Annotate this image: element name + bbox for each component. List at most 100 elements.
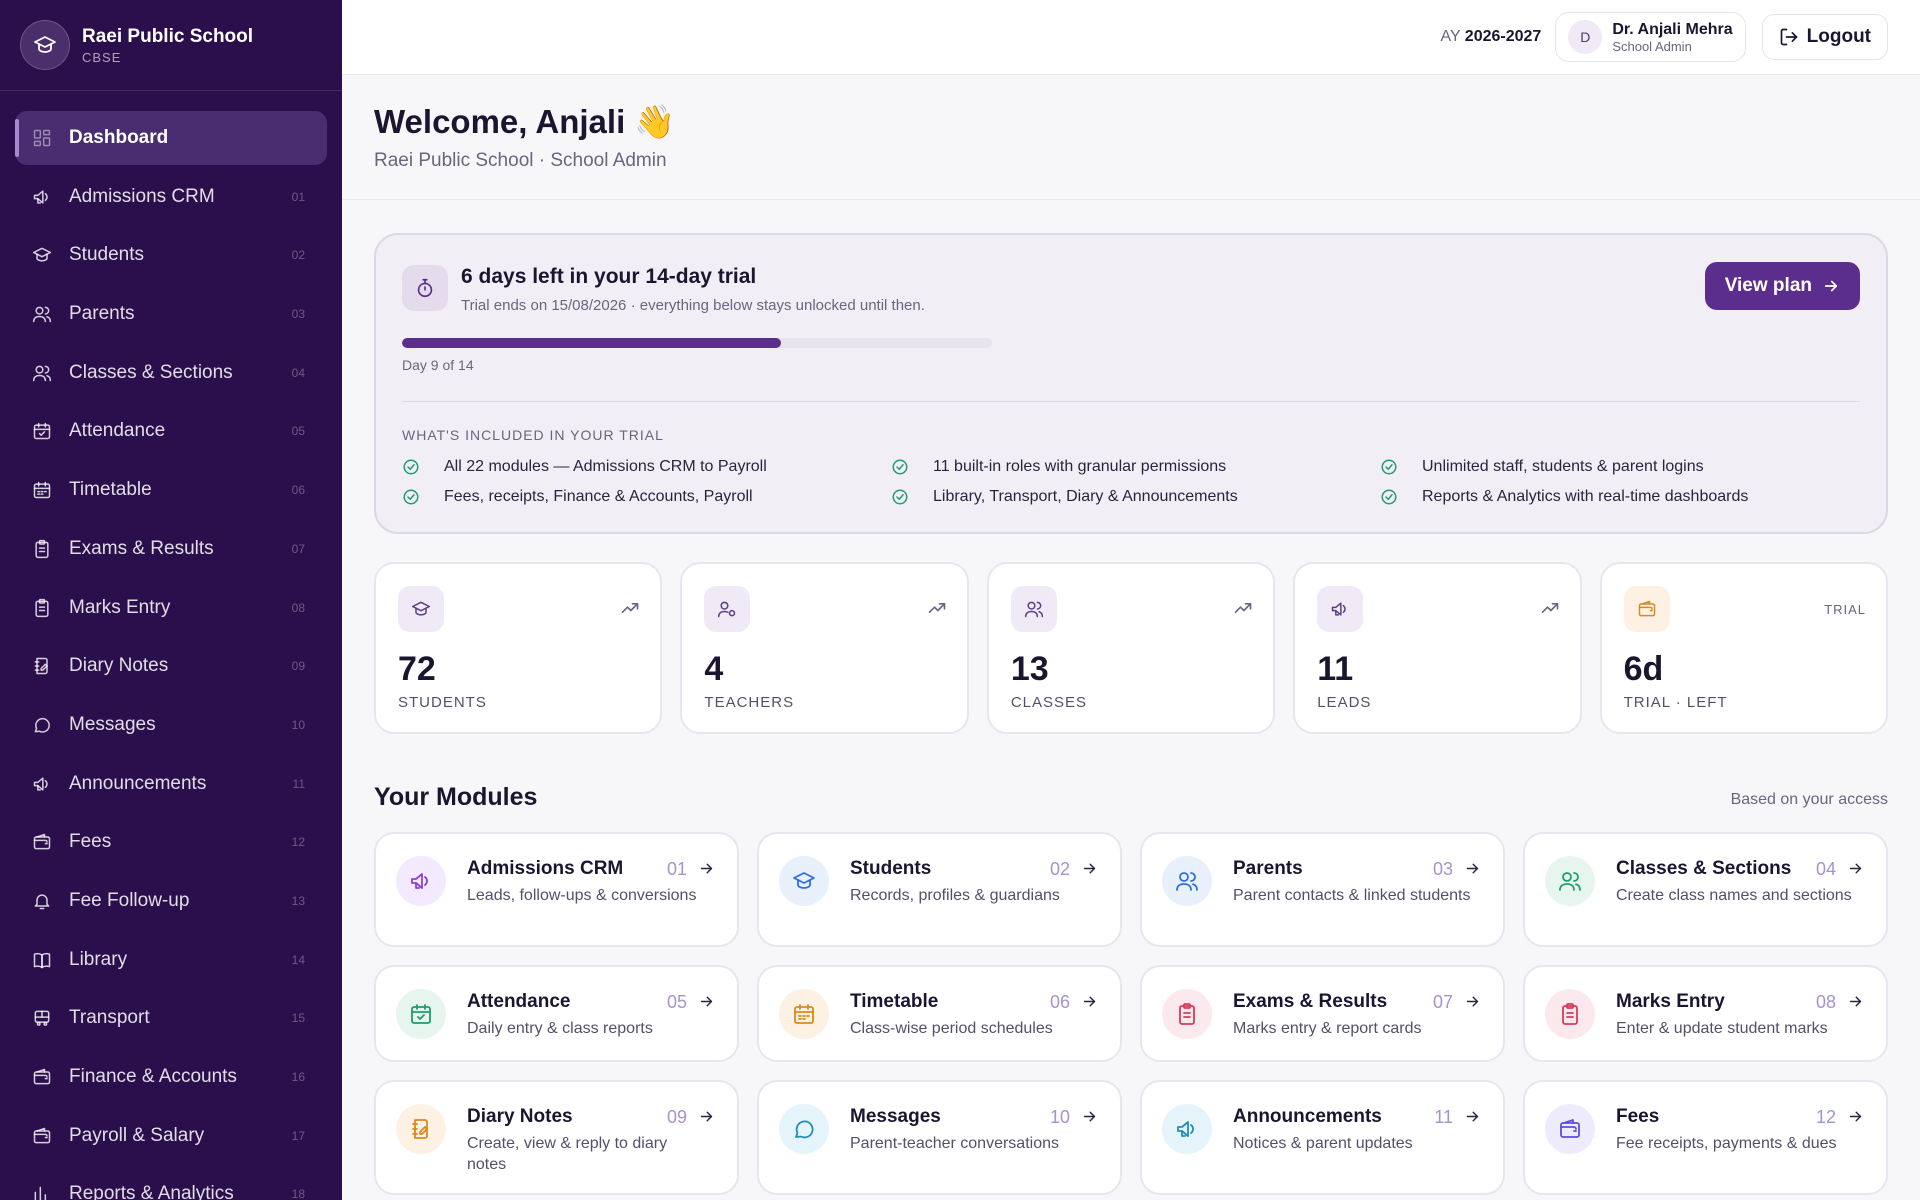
feature-item: Reports & Analytics with real-time dashb… xyxy=(1380,487,1862,507)
stat-card-trial-left[interactable]: TRIAL 6d TRIAL · LEFT xyxy=(1599,562,1889,734)
user-chip[interactable]: D Dr. Anjali Mehra School Admin xyxy=(1555,12,1746,62)
notebook-icon xyxy=(32,656,52,676)
module-card-timetable[interactable]: Timetable Class-wise period schedules 06 xyxy=(757,965,1122,1062)
stat-card-classes[interactable]: 13 CLASSES xyxy=(986,562,1276,734)
sidebar-item-number: 06 xyxy=(291,483,305,498)
megaphone-icon xyxy=(32,187,52,207)
feature-item: Library, Transport, Diary & Announcement… xyxy=(891,487,1380,507)
stat-card-leads[interactable]: 11 LEADS xyxy=(1293,562,1582,734)
sidebar-item-parents[interactable]: Parents 03 xyxy=(15,287,327,341)
clipboard-icon xyxy=(32,539,52,559)
module-number: 04 xyxy=(1815,859,1836,879)
sidebar-item-attendance[interactable]: Attendance 05 xyxy=(15,404,327,458)
arrow-right-icon xyxy=(698,1108,715,1130)
module-description: Records, profiles & guardians xyxy=(850,887,1060,904)
logout-button[interactable]: Logout xyxy=(1761,14,1888,60)
arrow-right-icon xyxy=(1464,993,1481,1015)
stat-card-teachers[interactable]: 4 TEACHERS xyxy=(680,562,969,734)
module-card-attendance[interactable]: Attendance Daily entry & class reports 05 xyxy=(374,965,739,1062)
module-card-students[interactable]: Students Records, profiles & guardians 02 xyxy=(757,832,1122,947)
calendar-check-icon xyxy=(396,989,446,1039)
sidebar-item-timetable[interactable]: Timetable 06 xyxy=(15,463,327,517)
stat-card-students[interactable]: 72 STUDENTS xyxy=(374,562,663,734)
users-icon xyxy=(32,363,52,383)
sidebar-item-finance-accounts[interactable]: Finance & Accounts 16 xyxy=(15,1050,327,1104)
stat-value: 11 xyxy=(1317,650,1354,688)
check-circle-icon xyxy=(891,488,921,506)
feature-list: All 22 modules — Admissions CRM to Payro… xyxy=(402,457,1862,507)
module-number: 01 xyxy=(666,859,687,879)
feature-text: Unlimited staff, students & parent login… xyxy=(1422,458,1704,475)
module-card-marks-entry[interactable]: Marks Entry Enter & update student marks 0… xyxy=(1523,965,1888,1062)
check-circle-icon xyxy=(1380,488,1410,506)
sidebar-item-number: 14 xyxy=(291,952,305,967)
module-card-announcements[interactable]: Announcements Notices & parent updates 11 xyxy=(1140,1080,1505,1195)
arrow-right-icon xyxy=(1081,993,1098,1015)
check-circle-icon xyxy=(1380,458,1410,476)
arrow-right-icon xyxy=(1464,860,1481,882)
sidebar-item-marks-entry[interactable]: Marks Entry 08 xyxy=(15,581,327,635)
sidebar-item-label: Dashboard xyxy=(69,127,169,148)
feature-item: 11 built-in roles with granular permissi… xyxy=(891,457,1380,477)
sidebar-item-students[interactable]: Students 02 xyxy=(15,228,327,282)
chat-bubble-icon xyxy=(779,1104,829,1154)
megaphone-icon xyxy=(32,774,52,794)
module-description: Parent-teacher conversations xyxy=(850,1135,1059,1152)
sidebar-item-announcements[interactable]: Announcements 11 xyxy=(15,757,327,811)
users-icon xyxy=(1545,856,1595,906)
graduation-cap-icon xyxy=(779,856,829,906)
sidebar-item-transport[interactable]: Transport 15 xyxy=(15,991,327,1045)
sidebar-item-exams-results[interactable]: Exams & Results 07 xyxy=(15,522,327,576)
sidebar-item-number: 10 xyxy=(291,717,305,732)
sidebar-item-label: Admissions CRM xyxy=(69,185,215,207)
module-name: Timetable xyxy=(850,991,939,1012)
module-number: 10 xyxy=(1049,1107,1070,1127)
sidebar-item-dashboard[interactable]: Dashboard xyxy=(15,111,327,165)
sidebar-item-payroll-salary[interactable]: Payroll & Salary 17 xyxy=(15,1109,327,1163)
stat-label: CLASSES xyxy=(1010,694,1088,711)
trend-up-icon xyxy=(927,598,947,623)
sidebar-item-classes-sections[interactable]: Classes & Sections 04 xyxy=(15,346,327,400)
sidebar-item-fees[interactable]: Fees 12 xyxy=(15,815,327,869)
module-card-classes-sections[interactable]: Classes & Sections Create class names and… xyxy=(1523,832,1888,947)
trial-progress-fill xyxy=(402,338,782,348)
sidebar-item-library[interactable]: Library 14 xyxy=(15,933,327,987)
user-name: Dr. Anjali Mehra xyxy=(1612,20,1733,38)
sidebar-item-label: Students xyxy=(69,244,144,266)
graduation-cap-icon xyxy=(32,245,52,265)
feature-text: All 22 modules — Admissions CRM to Payro… xyxy=(444,458,767,475)
sidebar: Raei Public School CBSE Dashboard Admissi… xyxy=(0,0,342,1200)
module-number: 08 xyxy=(1815,992,1836,1012)
module-description: Fee receipts, payments & dues xyxy=(1616,1135,1837,1152)
module-card-fees[interactable]: Fees Fee receipts, payments & dues 12 xyxy=(1523,1080,1888,1195)
graduation-cap-icon xyxy=(20,20,70,70)
clipboard-icon xyxy=(1162,989,1212,1039)
view-plan-button[interactable]: View plan xyxy=(1704,262,1860,310)
sidebar-item-reports-analytics[interactable]: Reports & Analytics 18 xyxy=(15,1167,327,1200)
logout-icon xyxy=(1780,28,1797,46)
sidebar-item-label: Finance & Accounts xyxy=(69,1066,237,1087)
module-name: Exams & Results xyxy=(1233,991,1388,1012)
module-card-exams-results[interactable]: Exams & Results Marks entry & report card… xyxy=(1140,965,1505,1062)
stat-value: 72 xyxy=(398,650,436,688)
arrow-right-icon xyxy=(1847,860,1864,882)
arrow-right-icon xyxy=(698,993,715,1015)
divider xyxy=(402,401,1860,402)
module-card-parents[interactable]: Parents Parent contacts & linked students… xyxy=(1140,832,1505,947)
sidebar-item-fee-follow-up[interactable]: Fee Follow-up 13 xyxy=(15,874,327,928)
sidebar-item-diary-notes[interactable]: Diary Notes 09 xyxy=(15,639,327,693)
sidebar-item-number: 11 xyxy=(292,776,305,791)
sidebar-item-messages[interactable]: Messages 10 xyxy=(15,698,327,752)
module-card-messages[interactable]: Messages Parent-teacher conversations 10 xyxy=(757,1080,1122,1195)
feature-item: All 22 modules — Admissions CRM to Payro… xyxy=(402,457,891,477)
calendar-check-icon xyxy=(32,421,52,441)
sidebar-item-admissions-crm[interactable]: Admissions CRM 01 xyxy=(15,170,327,224)
module-description: Daily entry & class reports xyxy=(467,1020,653,1037)
stats-row: 72 STUDENTS 4 TEACHERS 13 CLASSES 11 LEADS TRIAL… xyxy=(374,562,1889,734)
stopwatch-icon xyxy=(402,265,448,311)
module-card-admissions-crm[interactable]: Admissions CRM Leads, follow-ups & conver… xyxy=(374,832,739,947)
wallet-icon xyxy=(1623,586,1670,632)
module-card-diary-notes[interactable]: Diary Notes Create, view & reply to diary… xyxy=(374,1080,739,1195)
chat-bubble-icon xyxy=(32,715,52,735)
megaphone-icon xyxy=(1317,586,1364,632)
